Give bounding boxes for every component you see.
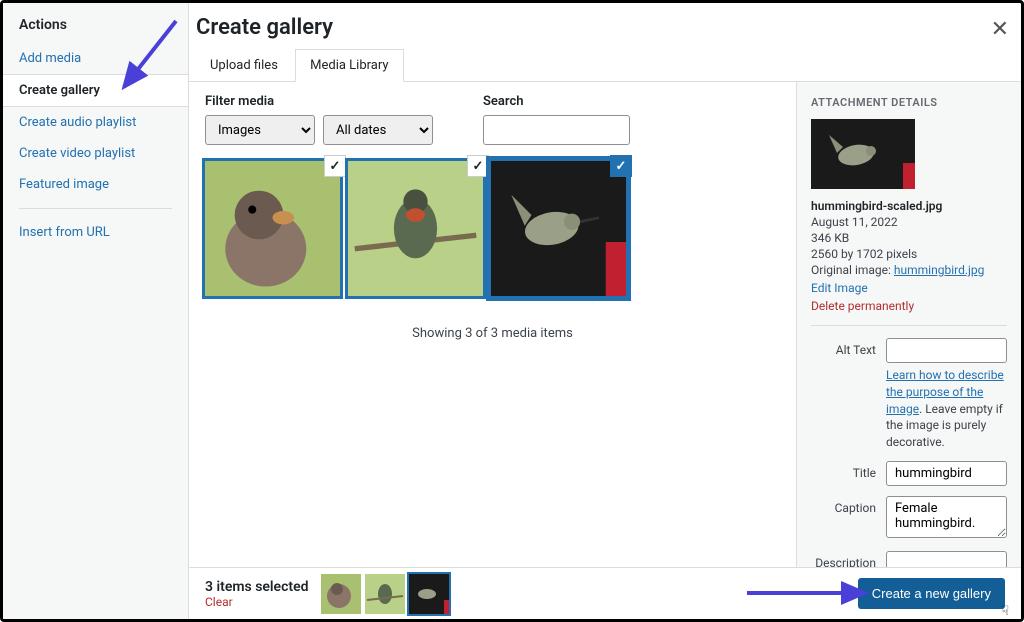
sidebar-item-create-video-playlist[interactable]: Create video playlist	[3, 138, 188, 169]
original-image-label: Original image:	[811, 263, 894, 277]
delete-permanently-link[interactable]: Delete permanently	[811, 299, 1007, 313]
title-input[interactable]	[886, 461, 1007, 486]
filter-date-select[interactable]: All dates	[323, 115, 433, 145]
tab-media-library[interactable]: Media Library	[295, 49, 403, 82]
clear-selection-link[interactable]: Clear	[205, 595, 309, 609]
title-label: Title	[811, 461, 876, 480]
attachment-details-heading: ATTACHMENT DETAILS	[811, 96, 1007, 109]
caption-label: Caption	[811, 496, 876, 515]
media-area: Filter media Images All dates Search	[189, 82, 797, 567]
search-input[interactable]	[483, 115, 630, 145]
tab-upload-files[interactable]: Upload files	[196, 50, 292, 81]
alt-text-label: Alt Text	[811, 338, 876, 357]
alt-text-input[interactable]	[886, 338, 1007, 363]
cursor-icon: ☟	[1001, 604, 1009, 619]
media-thumb[interactable]: ✓	[205, 161, 340, 296]
sidebar-item-featured-image[interactable]: Featured image	[3, 169, 188, 200]
check-icon: ✓	[467, 155, 489, 177]
sidebar-item-add-media[interactable]: Add media	[3, 43, 188, 74]
bird-image-icon	[491, 161, 626, 296]
attachment-filesize: 346 KB	[811, 231, 1007, 245]
caption-input[interactable]: Female hummingbird.	[886, 496, 1007, 538]
original-image-link[interactable]: hummingbird.jpg	[894, 263, 984, 277]
description-input[interactable]	[886, 551, 1007, 567]
sidebar-heading: Actions	[3, 17, 188, 43]
attachment-date: August 11, 2022	[811, 215, 1007, 229]
media-thumb[interactable]: ✓	[491, 161, 626, 296]
edit-image-link[interactable]: Edit Image	[811, 281, 1007, 295]
sidebar-divider	[19, 208, 172, 209]
mini-thumb[interactable]	[365, 574, 405, 614]
filter-media-label: Filter media	[205, 94, 433, 109]
attachment-preview	[811, 119, 915, 189]
check-icon: ✓	[610, 155, 632, 177]
sidebar-item-create-gallery[interactable]: Create gallery	[3, 74, 188, 107]
mini-thumb[interactable]	[321, 574, 361, 614]
attachment-filename: hummingbird-scaled.jpg	[811, 199, 1007, 213]
bird-image-icon	[348, 161, 483, 296]
description-label: Description	[811, 551, 876, 567]
bird-image-icon	[205, 161, 340, 296]
filter-type-select[interactable]: Images	[205, 115, 315, 145]
check-icon: ✓	[324, 155, 346, 177]
showing-count: Showing 3 of 3 media items	[205, 326, 780, 341]
sidebar-item-create-audio-playlist[interactable]: Create audio playlist	[3, 107, 188, 138]
attachment-dimensions: 2560 by 1702 pixels	[811, 247, 1007, 261]
sidebar: Actions Add media Create gallery Create …	[3, 3, 189, 619]
search-label: Search	[483, 94, 630, 109]
create-gallery-button[interactable]: Create a new gallery	[858, 578, 1005, 609]
footer-bar: 3 items selected Clear Create a new gall…	[189, 567, 1021, 619]
attachment-details-panel: ATTACHMENT DETAILS hummingbird-scaled.jp…	[797, 82, 1021, 567]
selected-count: 3 items selected	[205, 579, 309, 595]
media-thumb[interactable]: ✓	[348, 161, 483, 296]
sidebar-item-insert-from-url[interactable]: Insert from URL	[3, 217, 188, 248]
mini-thumb[interactable]	[409, 574, 449, 614]
tab-bar: Upload files Media Library	[189, 48, 1021, 82]
